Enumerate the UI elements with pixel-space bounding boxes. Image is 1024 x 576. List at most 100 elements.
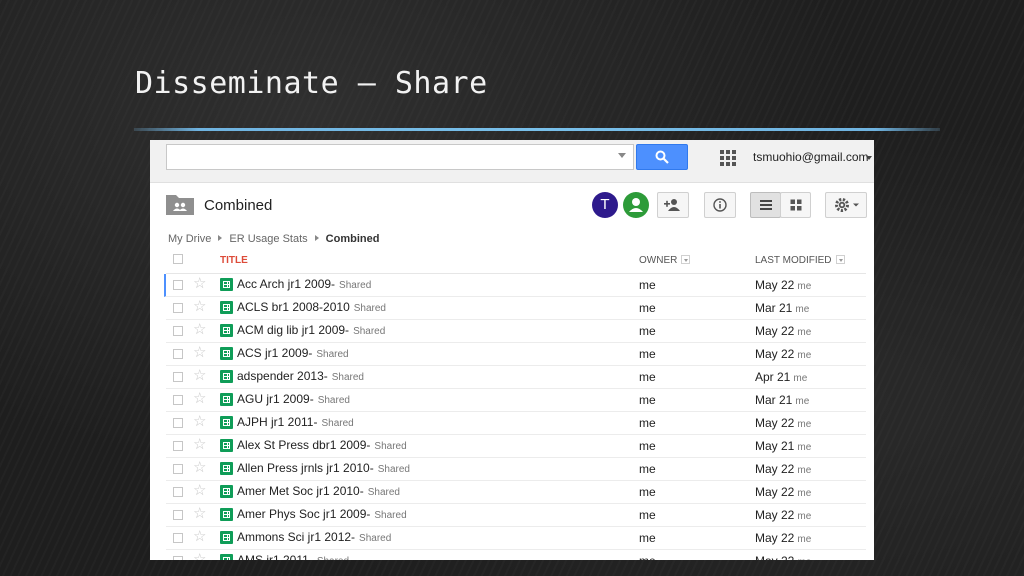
apps-grid-icon[interactable] bbox=[720, 150, 736, 166]
row-checkbox[interactable] bbox=[173, 533, 183, 543]
file-name[interactable]: ACS jr1 2009- Shared bbox=[237, 346, 349, 360]
spreadsheet-icon bbox=[220, 439, 233, 452]
file-name[interactable]: Amer Phys Soc jr1 2009- Shared bbox=[237, 507, 407, 521]
grid-view-icon bbox=[790, 199, 801, 211]
spreadsheet-icon bbox=[220, 508, 233, 521]
file-last-modified: Mar 21 me bbox=[755, 393, 809, 407]
file-last-modified: Apr 21 me bbox=[755, 370, 807, 384]
file-name[interactable]: Alex St Press dbr1 2009- Shared bbox=[237, 438, 407, 452]
row-checkbox[interactable] bbox=[173, 510, 183, 520]
file-name[interactable]: ACM dig lib jr1 2009- Shared bbox=[237, 323, 385, 337]
shared-user-avatar[interactable] bbox=[623, 192, 649, 218]
file-name[interactable]: adspender 2013- Shared bbox=[237, 369, 364, 383]
sort-dropdown-icon[interactable] bbox=[835, 255, 845, 264]
grid-view-button[interactable] bbox=[780, 192, 811, 218]
star-icon[interactable]: ☆ bbox=[193, 529, 206, 545]
settings-button[interactable] bbox=[825, 192, 867, 218]
table-row[interactable]: ☆ Alex St Press dbr1 2009- Shared me May 21 m… bbox=[166, 435, 866, 458]
file-title: Allen Press jrnls jr1 2010- bbox=[237, 461, 374, 475]
star-icon[interactable]: ☆ bbox=[193, 345, 206, 361]
table-row[interactable]: ☆ Amer Met Soc jr1 2010- Shared me May 22 me bbox=[166, 481, 866, 504]
row-checkbox[interactable] bbox=[173, 303, 183, 313]
row-checkbox[interactable] bbox=[173, 464, 183, 474]
star-icon[interactable]: ☆ bbox=[193, 368, 206, 384]
share-button[interactable] bbox=[657, 192, 689, 218]
chevron-down-icon[interactable] bbox=[866, 156, 872, 160]
file-title: Ammons Sci jr1 2012- bbox=[237, 530, 356, 544]
file-name[interactable]: ACLS br1 2008-2010 Shared bbox=[237, 300, 386, 314]
row-checkbox[interactable] bbox=[173, 395, 183, 405]
file-name[interactable]: Allen Press jrnls jr1 2010- Shared bbox=[237, 461, 410, 475]
row-checkbox[interactable] bbox=[173, 326, 183, 336]
star-icon[interactable]: ☆ bbox=[193, 299, 206, 315]
account-email[interactable]: tsmuohio@gmail.com bbox=[753, 150, 869, 164]
select-all-checkbox[interactable] bbox=[173, 254, 183, 264]
table-row[interactable]: ☆ adspender 2013- Shared me Apr 21 me bbox=[166, 366, 866, 389]
star-icon[interactable]: ☆ bbox=[193, 391, 206, 407]
table-row[interactable]: ☆AMS jr1 2011-SharedmeMay 22me bbox=[166, 550, 866, 560]
search-icon bbox=[655, 150, 669, 164]
breadcrumb-item-er-usage-stats[interactable]: ER Usage Stats bbox=[229, 233, 307, 245]
row-checkbox[interactable] bbox=[173, 349, 183, 359]
row-checkbox[interactable] bbox=[173, 280, 183, 290]
star-icon[interactable]: ☆ bbox=[193, 414, 206, 430]
table-row[interactable]: ☆ ACM dig lib jr1 2009- Shared me May 22 me bbox=[166, 320, 866, 343]
file-name[interactable]: Amer Met Soc jr1 2010- Shared bbox=[237, 484, 400, 498]
file-owner: me bbox=[639, 393, 656, 407]
star-icon[interactable]: ☆ bbox=[193, 460, 206, 476]
breadcrumb-item-combined: Combined bbox=[325, 233, 380, 245]
row-checkbox[interactable] bbox=[173, 487, 183, 497]
sort-dropdown-icon[interactable] bbox=[681, 255, 691, 264]
modified-date: May 22 bbox=[755, 531, 795, 545]
row-checkbox[interactable] bbox=[173, 441, 183, 451]
table-row[interactable]: ☆ ACS jr1 2009- Shared me May 22 me bbox=[166, 343, 866, 366]
star-icon[interactable]: ☆ bbox=[193, 552, 206, 561]
modified-date: May 22 bbox=[755, 485, 795, 499]
star-icon[interactable]: ☆ bbox=[193, 437, 206, 453]
table-row[interactable]: ☆ Ammons Sci jr1 2012- Shared me May 22 me bbox=[166, 527, 866, 550]
shared-label: Shared bbox=[353, 303, 386, 314]
file-name[interactable]: Acc Arch jr1 2009- Shared bbox=[237, 277, 371, 291]
file-owner: me bbox=[639, 439, 656, 453]
add-person-icon bbox=[664, 199, 680, 211]
avatar[interactable]: T bbox=[592, 192, 618, 218]
drive-screenshot: tsmuohio@gmail.com Combined T My Drive E… bbox=[150, 140, 874, 560]
search-button[interactable] bbox=[636, 144, 688, 170]
details-button[interactable] bbox=[704, 192, 736, 218]
table-row[interactable]: ☆ AJPH jr1 2011- Shared me May 22 me bbox=[166, 412, 866, 435]
modified-date: Mar 21 bbox=[755, 301, 793, 315]
modified-date: May 22 bbox=[755, 416, 795, 430]
column-last-modified[interactable]: LAST MODIFIED bbox=[755, 255, 845, 266]
table-row[interactable]: ☆ AGU jr1 2009- Shared me Mar 21 me bbox=[166, 389, 866, 412]
person-icon bbox=[629, 198, 643, 212]
table-row[interactable]: ☆ Allen Press jrnls jr1 2010- Shared me May … bbox=[166, 458, 866, 481]
file-last-modified: May 22me bbox=[755, 278, 811, 292]
modified-by: me bbox=[797, 557, 811, 560]
row-checkbox[interactable] bbox=[173, 418, 183, 428]
star-icon[interactable]: ☆ bbox=[193, 483, 206, 499]
star-icon[interactable]: ☆ bbox=[193, 506, 206, 522]
table-row[interactable]: ☆ Acc Arch jr1 2009- Shared me May 22 me bbox=[164, 274, 866, 297]
table-row[interactable]: ☆ ACLS br1 2008-2010 Shared me Mar 21 me bbox=[166, 297, 866, 320]
row-checkbox[interactable] bbox=[173, 372, 183, 382]
file-name[interactable]: AJPH jr1 2011- Shared bbox=[237, 415, 354, 429]
star-icon[interactable]: ☆ bbox=[193, 276, 206, 292]
file-name[interactable]: Ammons Sci jr1 2012- Shared bbox=[237, 530, 391, 544]
star-icon[interactable]: ☆ bbox=[193, 322, 206, 338]
modified-date: Apr 21 bbox=[755, 370, 791, 384]
file-name[interactable]: AMS jr1 2011- Shared bbox=[237, 553, 349, 560]
modified-by: me bbox=[795, 304, 810, 315]
file-name[interactable]: AGU jr1 2009- Shared bbox=[237, 392, 350, 406]
file-title: adspender 2013- bbox=[237, 369, 328, 383]
modified-date: May 22 bbox=[755, 554, 794, 560]
file-title: Amer Met Soc jr1 2010- bbox=[237, 484, 364, 498]
list-view-button[interactable] bbox=[750, 192, 781, 218]
row-checkbox[interactable] bbox=[173, 556, 183, 560]
column-owner[interactable]: OWNER bbox=[639, 255, 691, 266]
column-title[interactable]: TITLE bbox=[220, 255, 248, 266]
search-input[interactable] bbox=[166, 144, 634, 170]
table-row[interactable]: ☆ Amer Phys Soc jr1 2009- Shared me May 22 me bbox=[166, 504, 866, 527]
breadcrumb-item-my-drive[interactable]: My Drive bbox=[168, 233, 211, 245]
search-options-icon[interactable] bbox=[618, 153, 626, 158]
file-owner: me bbox=[639, 370, 656, 384]
